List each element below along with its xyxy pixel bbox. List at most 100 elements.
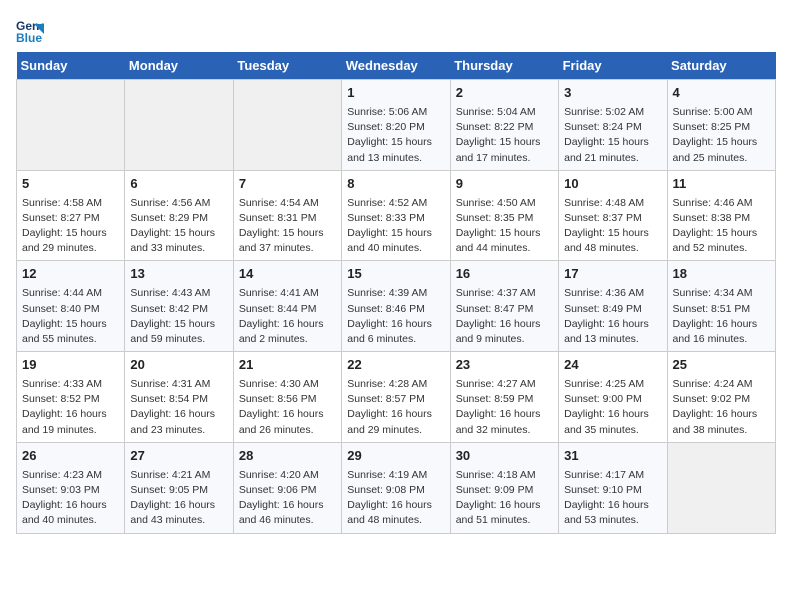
- day-info: Sunset: 8:24 PM: [564, 120, 661, 135]
- day-number: 26: [22, 447, 119, 466]
- day-info: Sunrise: 4:50 AM: [456, 196, 553, 211]
- day-info: and 16 minutes.: [673, 332, 770, 347]
- calendar-cell: 18Sunrise: 4:34 AMSunset: 8:51 PMDayligh…: [667, 261, 775, 352]
- day-number: 4: [673, 84, 770, 103]
- day-info: and 25 minutes.: [673, 151, 770, 166]
- day-number: 30: [456, 447, 553, 466]
- day-info: Sunrise: 4:36 AM: [564, 286, 661, 301]
- day-number: 3: [564, 84, 661, 103]
- day-info: Sunset: 8:37 PM: [564, 211, 661, 226]
- day-info: Daylight: 16 hours: [239, 407, 336, 422]
- day-info: Sunrise: 4:44 AM: [22, 286, 119, 301]
- calendar-cell: 22Sunrise: 4:28 AMSunset: 8:57 PMDayligh…: [342, 352, 450, 443]
- day-info: Sunset: 8:52 PM: [22, 392, 119, 407]
- day-info: and 19 minutes.: [22, 423, 119, 438]
- day-info: and 40 minutes.: [347, 241, 444, 256]
- day-info: Daylight: 16 hours: [564, 498, 661, 513]
- day-info: Sunrise: 4:19 AM: [347, 468, 444, 483]
- day-number: 7: [239, 175, 336, 194]
- day-info: Sunrise: 4:54 AM: [239, 196, 336, 211]
- day-number: 16: [456, 265, 553, 284]
- day-info: and 43 minutes.: [130, 513, 227, 528]
- col-header-monday: Monday: [125, 52, 233, 80]
- day-info: Sunset: 9:02 PM: [673, 392, 770, 407]
- day-info: Daylight: 15 hours: [673, 226, 770, 241]
- day-info: Sunset: 8:29 PM: [130, 211, 227, 226]
- day-info: and 48 minutes.: [564, 241, 661, 256]
- day-info: and 52 minutes.: [673, 241, 770, 256]
- day-info: and 40 minutes.: [22, 513, 119, 528]
- calendar-cell: 26Sunrise: 4:23 AMSunset: 9:03 PMDayligh…: [17, 442, 125, 533]
- day-info: Daylight: 15 hours: [22, 317, 119, 332]
- day-number: 15: [347, 265, 444, 284]
- day-info: Sunset: 8:35 PM: [456, 211, 553, 226]
- day-info: Daylight: 16 hours: [130, 407, 227, 422]
- calendar-cell: 13Sunrise: 4:43 AMSunset: 8:42 PMDayligh…: [125, 261, 233, 352]
- calendar-cell: 14Sunrise: 4:41 AMSunset: 8:44 PMDayligh…: [233, 261, 341, 352]
- day-info: and 9 minutes.: [456, 332, 553, 347]
- day-info: Daylight: 16 hours: [347, 407, 444, 422]
- day-info: Sunrise: 4:43 AM: [130, 286, 227, 301]
- day-info: and 23 minutes.: [130, 423, 227, 438]
- day-info: Sunset: 8:33 PM: [347, 211, 444, 226]
- day-info: Daylight: 16 hours: [239, 317, 336, 332]
- day-info: Sunset: 8:40 PM: [22, 302, 119, 317]
- week-row-1: 1Sunrise: 5:06 AMSunset: 8:20 PMDaylight…: [17, 80, 776, 171]
- day-info: Daylight: 15 hours: [564, 135, 661, 150]
- day-info: Daylight: 15 hours: [456, 135, 553, 150]
- day-info: Sunset: 9:09 PM: [456, 483, 553, 498]
- day-number: 29: [347, 447, 444, 466]
- day-info: and 48 minutes.: [347, 513, 444, 528]
- day-number: 14: [239, 265, 336, 284]
- page-header: General Blue: [16, 16, 776, 44]
- day-info: and 44 minutes.: [456, 241, 553, 256]
- day-info: Sunset: 8:42 PM: [130, 302, 227, 317]
- day-number: 8: [347, 175, 444, 194]
- day-number: 19: [22, 356, 119, 375]
- day-info: Sunrise: 4:31 AM: [130, 377, 227, 392]
- day-info: Sunrise: 4:18 AM: [456, 468, 553, 483]
- day-info: Sunset: 9:08 PM: [347, 483, 444, 498]
- day-info: Sunrise: 4:24 AM: [673, 377, 770, 392]
- day-info: Daylight: 16 hours: [673, 407, 770, 422]
- day-info: Daylight: 16 hours: [239, 498, 336, 513]
- day-info: and 33 minutes.: [130, 241, 227, 256]
- day-info: Sunset: 8:22 PM: [456, 120, 553, 135]
- day-info: Sunrise: 4:17 AM: [564, 468, 661, 483]
- calendar-cell: 11Sunrise: 4:46 AMSunset: 8:38 PMDayligh…: [667, 170, 775, 261]
- calendar-cell: 21Sunrise: 4:30 AMSunset: 8:56 PMDayligh…: [233, 352, 341, 443]
- day-info: Sunrise: 4:25 AM: [564, 377, 661, 392]
- day-info: Sunrise: 5:02 AM: [564, 105, 661, 120]
- day-info: Daylight: 15 hours: [673, 135, 770, 150]
- calendar-cell: 17Sunrise: 4:36 AMSunset: 8:49 PMDayligh…: [559, 261, 667, 352]
- day-info: Daylight: 15 hours: [22, 226, 119, 241]
- day-info: Daylight: 16 hours: [347, 498, 444, 513]
- day-number: 11: [673, 175, 770, 194]
- calendar-cell: 27Sunrise: 4:21 AMSunset: 9:05 PMDayligh…: [125, 442, 233, 533]
- calendar-cell: 2Sunrise: 5:04 AMSunset: 8:22 PMDaylight…: [450, 80, 558, 171]
- calendar-cell: [667, 442, 775, 533]
- day-info: Daylight: 15 hours: [456, 226, 553, 241]
- day-number: 2: [456, 84, 553, 103]
- day-info: Sunset: 9:06 PM: [239, 483, 336, 498]
- day-info: Sunset: 8:56 PM: [239, 392, 336, 407]
- calendar-cell: 12Sunrise: 4:44 AMSunset: 8:40 PMDayligh…: [17, 261, 125, 352]
- col-header-friday: Friday: [559, 52, 667, 80]
- calendar-cell: 20Sunrise: 4:31 AMSunset: 8:54 PMDayligh…: [125, 352, 233, 443]
- calendar-cell: 28Sunrise: 4:20 AMSunset: 9:06 PMDayligh…: [233, 442, 341, 533]
- calendar-cell: 16Sunrise: 4:37 AMSunset: 8:47 PMDayligh…: [450, 261, 558, 352]
- day-info: Daylight: 15 hours: [239, 226, 336, 241]
- day-info: and 21 minutes.: [564, 151, 661, 166]
- day-info: Sunrise: 4:37 AM: [456, 286, 553, 301]
- day-info: Daylight: 16 hours: [673, 317, 770, 332]
- day-info: Sunset: 8:51 PM: [673, 302, 770, 317]
- day-info: Sunset: 8:27 PM: [22, 211, 119, 226]
- day-info: Daylight: 16 hours: [347, 317, 444, 332]
- calendar-cell: [125, 80, 233, 171]
- day-info: Sunrise: 4:30 AM: [239, 377, 336, 392]
- day-info: and 32 minutes.: [456, 423, 553, 438]
- day-info: Sunrise: 4:41 AM: [239, 286, 336, 301]
- day-info: Sunrise: 4:28 AM: [347, 377, 444, 392]
- calendar-cell: 30Sunrise: 4:18 AMSunset: 9:09 PMDayligh…: [450, 442, 558, 533]
- calendar-table: SundayMondayTuesdayWednesdayThursdayFrid…: [16, 52, 776, 534]
